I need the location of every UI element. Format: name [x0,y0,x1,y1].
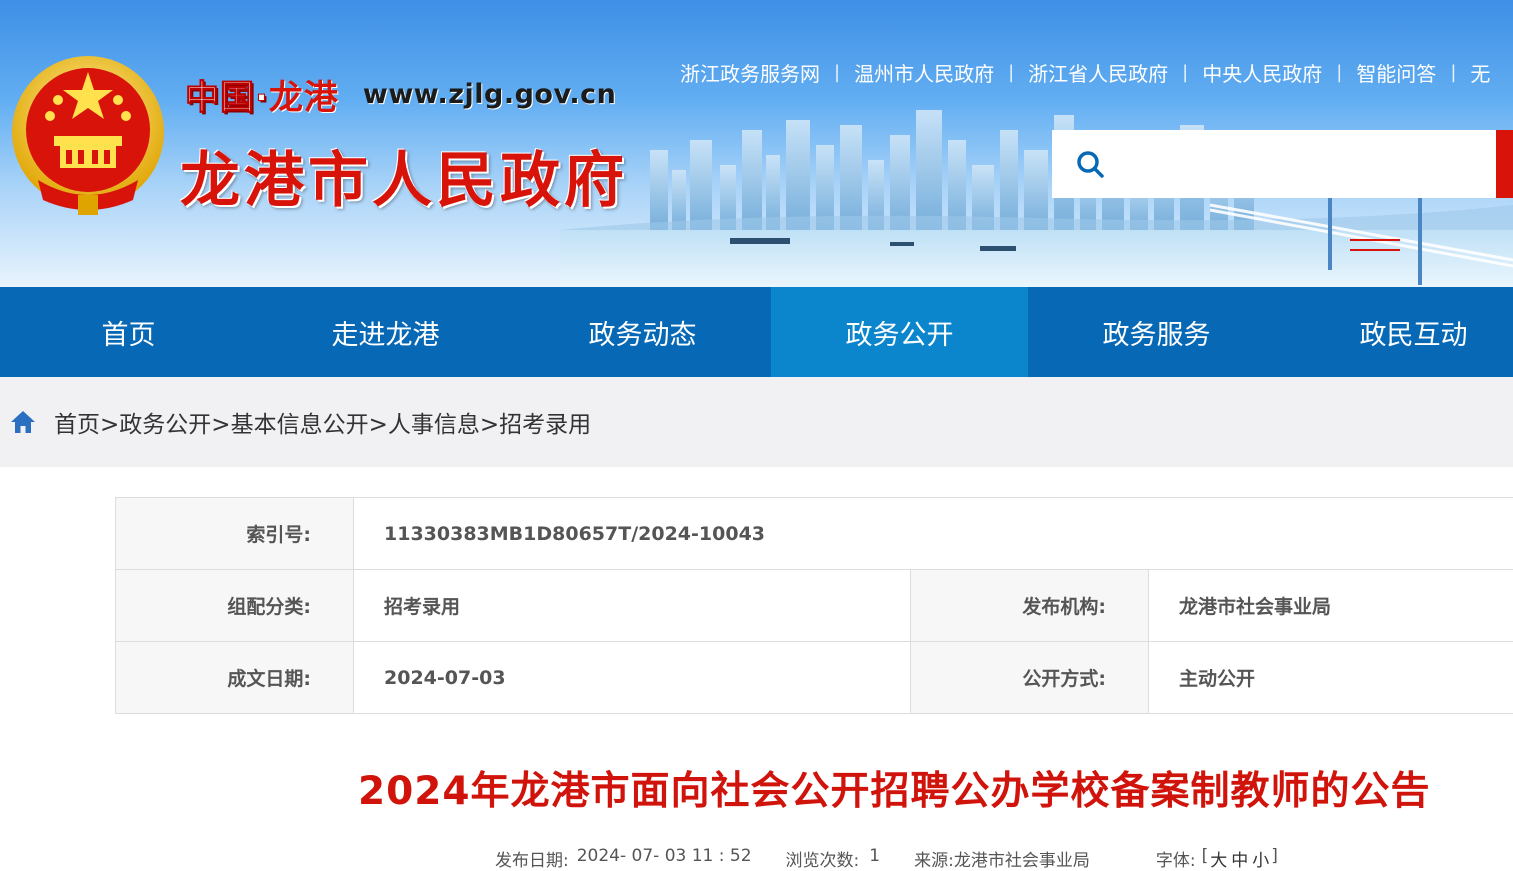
table-row: 组配分类: 招考录用 发布机构: 龙港市社会事业局 [115,570,1513,642]
index-label: 索引号: [115,498,354,569]
top-link-separator: | [1450,62,1457,83]
nav-item-home[interactable]: 首页 [0,287,257,377]
font-size-small-button[interactable]: 小 [1250,846,1271,871]
search-icon[interactable] [1074,148,1106,180]
date-value: 2024-07-03 [354,642,910,713]
brand-tagline: 中国·龙港 www.zjlg.gov.cn [185,70,617,119]
top-links: 浙江政务服务网 | 温州市人民政府 | 浙江省人民政府 | 中央人民政府 | 智… [680,58,1490,87]
national-emblem-logo [12,56,164,215]
top-link-zhejiang[interactable]: 浙江省人民政府 [1028,58,1168,87]
publish-date-value: 2024- 07- 03 11 : 52 [576,846,752,866]
article-title: 2024年龙港市面向社会公开招聘公办学校备案制教师的公告 [358,769,1431,814]
site-url: www.zjlg.gov.cn [362,78,617,110]
main-nav: 首页 走进龙港 政务动态 政务公开 政务服务 政民互动 [0,287,1513,377]
breadcrumb: 首页> 政务公开> 基本信息公开> 人事信息> 招考录用 [10,377,591,467]
top-link-separator: | [1336,62,1343,83]
brand-country-city: 中国·龙港 [185,70,339,119]
search-button[interactable] [1496,130,1513,198]
top-link-separator: | [1182,62,1189,83]
publisher-value: 龙港市社会事业局 [1149,570,1513,641]
category-value: 招考录用 [354,570,910,641]
views-value: 1 [869,846,881,866]
font-bracket-close: ] [1271,846,1278,866]
nav-item-gov-services[interactable]: 政务服务 [1028,287,1285,377]
nav-item-gov-disclosure[interactable]: 政务公开 [771,287,1028,377]
breadcrumb-personnel[interactable]: 人事信息> [388,405,499,439]
search-input[interactable] [1124,144,1488,186]
font-label: 字体: [1155,851,1196,871]
brand-city: 龙港 [268,77,339,118]
breadcrumb-recruitment[interactable]: 招考录用 [499,405,591,439]
top-link-separator: | [1008,62,1015,83]
index-value: 11330383MB1D80657T/2024-10043 [354,498,1513,569]
source-label: 来源: [914,851,954,871]
top-link-zjzwfw[interactable]: 浙江政务服务网 [680,58,820,87]
mode-label: 公开方式: [910,642,1149,713]
brand-country: 中国 [185,77,255,118]
site-header: 中国·龙港 www.zjlg.gov.cn 龙港市人民政府 浙江政务服务网 | … [0,0,1513,287]
top-link-central[interactable]: 中央人民政府 [1202,58,1322,87]
font-bracket-open: [ [1201,846,1209,866]
table-row: 成文日期: 2024-07-03 公开方式: 主动公开 [115,642,1513,714]
source-value: 龙港市社会事业局 [953,851,1090,871]
nav-item-interaction[interactable]: 政民互动 [1285,287,1513,377]
category-label: 组配分类: [115,570,354,641]
font-size-large-button[interactable]: 大 [1208,846,1229,871]
top-link-separator: | [834,62,841,83]
breadcrumb-home[interactable]: 首页> [54,405,119,439]
breadcrumb-bar: 首页> 政务公开> 基本信息公开> 人事信息> 招考录用 [0,377,1513,467]
article-meta: 发布日期: 2024- 07- 03 11 : 52 浏览次数: 1 来源: 龙… [495,846,1278,871]
document-info-table: 索引号: 11330383MB1D80657T/2024-10043 组配分类:… [115,497,1513,714]
top-link-wenzhou[interactable]: 温州市人民政府 [854,58,994,87]
publish-date-label: 发布日期: [495,851,569,871]
breadcrumb-disclosure[interactable]: 政务公开> [119,405,230,439]
top-link-accessibility[interactable]: 无 [1470,58,1490,87]
search-box [1052,130,1496,198]
nav-item-gov-news[interactable]: 政务动态 [514,287,771,377]
table-row: 索引号: 11330383MB1D80657T/2024-10043 [115,498,1513,570]
home-icon[interactable] [10,409,36,435]
brand-dot: · [255,77,269,118]
views-label: 浏览次数: [785,851,860,871]
publisher-label: 发布机构: [910,570,1149,641]
top-link-smart-qa[interactable]: 智能问答 [1356,58,1436,87]
mode-value: 主动公开 [1149,642,1513,713]
font-size-medium-button[interactable]: 中 [1229,846,1250,871]
breadcrumb-basic-info[interactable]: 基本信息公开> [231,405,388,439]
nav-item-about-longgang[interactable]: 走进龙港 [257,287,514,377]
site-name[interactable]: 龙港市人民政府 [180,132,628,219]
date-label: 成文日期: [115,642,354,713]
